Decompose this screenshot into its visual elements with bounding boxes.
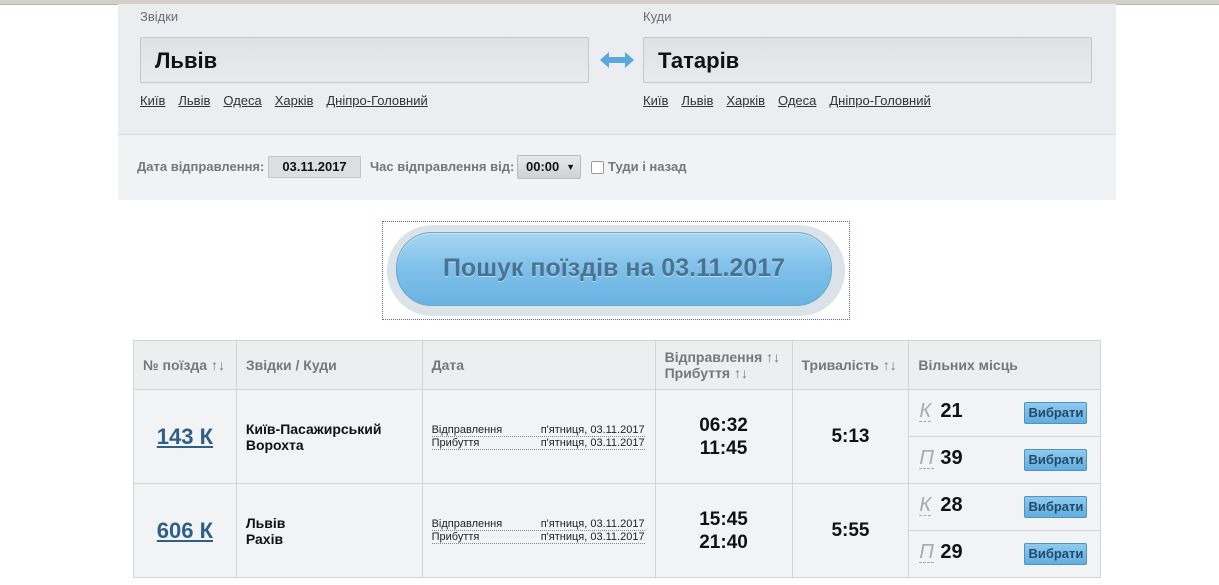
to-link-dnipro[interactable]: Дніпро-Головний [829,93,930,108]
route-cell: Львів Рахів [235,483,423,578]
to-quick-links: Київ Львів Харків Одеса Дніпро-Головний [643,93,944,108]
header-duration[interactable]: Тривалість ↑↓ [791,340,910,390]
trains-table: № поїзда ↑↓ Звідки / Куди Дата Відправле… [133,340,1101,578]
options-row: Дата відправлення: 03.11.2017 Час відпра… [118,134,1116,200]
to-link-kyiv[interactable]: Київ [643,93,668,108]
route-from: Львів [245,514,286,531]
seats-cell: К 21 Вибрати П 39 Вибрати [908,389,1101,484]
departure-date-row: Відправлення п'ятниця, 03.11.2017 [431,517,645,531]
from-station-input[interactable]: Львів [140,37,589,83]
duration-cell: 5:13 [791,389,910,484]
to-link-lviv[interactable]: Львів [681,93,713,108]
select-seats-button[interactable]: Вибрати [1024,402,1088,424]
search-button-focus-frame: Пошук поїздів на 03.11.2017 [382,221,850,320]
from-label: Звідки [140,9,179,24]
header-train-number[interactable]: № поїзда ↑↓ [133,340,237,390]
roundtrip-checkbox[interactable] [591,161,604,174]
seat-class-label: К [919,494,932,516]
time-label: Час відправлення від: [370,159,515,174]
seat-count: 39 [940,447,963,469]
seat-count: 29 [940,541,963,563]
arrival-date-label: Прибуття [431,436,480,449]
search-trains-button[interactable]: Пошук поїздів на 03.11.2017 [396,232,832,306]
header-date: Дата [421,340,656,390]
date-label: Дата відправлення: [137,159,265,174]
arrival-date-value: п'ятниця, 03.11.2017 [540,530,645,543]
seat-class-row: П 39 Вибрати [909,437,1100,483]
route-to: Рахів [245,530,284,547]
route-cell: Київ-Пасажирський Ворохта [235,389,423,484]
select-seats-button[interactable]: Вибрати [1024,543,1088,565]
seats-cell: К 28 Вибрати П 29 Вибрати [908,483,1101,578]
header-departure[interactable]: Відправлення ↑↓ [665,349,783,365]
duration-cell: 5:55 [791,483,910,578]
departure-date-input[interactable]: 03.11.2017 [268,156,361,178]
departure-time: 06:32 [699,414,748,436]
to-link-kharkiv[interactable]: Харків [726,93,765,108]
dates-cell: Відправлення п'ятниця, 03.11.2017 Прибут… [421,483,656,578]
to-label: Куди [643,9,672,24]
header-seats: Вільних місць [908,340,1101,390]
time-select-value: 00:00 [526,159,560,174]
departure-date-label: Відправлення [431,517,503,530]
route-from: Київ-Пасажирський [245,420,382,437]
train-number-cell: 606 К [133,483,237,578]
seat-class-row: К 28 Вибрати [909,484,1100,531]
route-to: Ворохта [245,436,304,453]
departure-date-row: Відправлення п'ятниця, 03.11.2017 [431,423,645,437]
from-quick-links: Київ Львів Одеса Харків Дніпро-Головний [140,93,441,108]
seat-class-row: П 29 Вибрати [909,531,1100,577]
departure-time: 15:45 [699,508,748,530]
table-row: 606 К Львів Рахів Відправлення п'ятниця,… [133,483,1101,578]
seat-class-label: К [919,400,932,422]
search-panel: Звідки Куди Львів Татарів Київ Львів Одеса… [118,4,1116,200]
seat-class-row: К 21 Вибрати [909,390,1100,437]
seat-count: 28 [940,494,963,516]
from-link-dnipro[interactable]: Дніпро-Головний [326,93,427,108]
table-header-row: № поїзда ↑↓ Звідки / Куди Дата Відправле… [133,340,1101,390]
seat-class-label: П [919,541,934,563]
from-link-kharkiv[interactable]: Харків [275,93,314,108]
arrival-time: 21:40 [699,531,748,553]
from-link-lviv[interactable]: Львів [178,93,210,108]
times-cell: 15:45 21:40 [654,483,793,578]
header-route: Звідки / Куди [235,340,423,390]
departure-time-select[interactable]: 00:00 ▼ [517,155,581,179]
select-seats-button[interactable]: Вибрати [1024,496,1088,518]
arrival-time: 11:45 [699,437,748,459]
header-arrival[interactable]: Прибуття ↑↓ [665,365,783,381]
arrival-date-value: п'ятниця, 03.11.2017 [540,436,645,449]
arrival-date-label: Прибуття [431,530,480,543]
dates-cell: Відправлення п'ятниця, 03.11.2017 Прибут… [421,389,656,484]
chevron-down-icon: ▼ [566,162,575,172]
to-station-input[interactable]: Татарів [643,37,1092,83]
times-cell: 06:32 11:45 [654,389,793,484]
train-number-link[interactable]: 606 К [157,518,213,543]
select-seats-button[interactable]: Вибрати [1024,449,1088,471]
seat-class-label: П [919,447,934,469]
from-link-kyiv[interactable]: Київ [140,93,165,108]
from-link-odesa[interactable]: Одеса [223,93,261,108]
header-dep-arr[interactable]: Відправлення ↑↓ Прибуття ↑↓ [654,340,793,390]
departure-date-label: Відправлення [431,423,503,436]
seat-count: 21 [940,400,963,422]
roundtrip-label: Туди і назад [608,159,687,174]
train-number-cell: 143 К [133,389,237,484]
table-row: 143 К Київ-Пасажирський Ворохта Відправл… [133,389,1101,484]
arrival-date-row: Прибуття п'ятниця, 03.11.2017 [431,436,645,450]
arrival-date-row: Прибуття п'ятниця, 03.11.2017 [431,530,645,544]
departure-date-value: п'ятниця, 03.11.2017 [540,517,645,530]
swap-arrows-icon[interactable] [598,49,636,71]
to-link-odesa[interactable]: Одеса [778,93,816,108]
departure-date-value: п'ятниця, 03.11.2017 [540,423,645,436]
train-number-link[interactable]: 143 К [157,424,213,449]
